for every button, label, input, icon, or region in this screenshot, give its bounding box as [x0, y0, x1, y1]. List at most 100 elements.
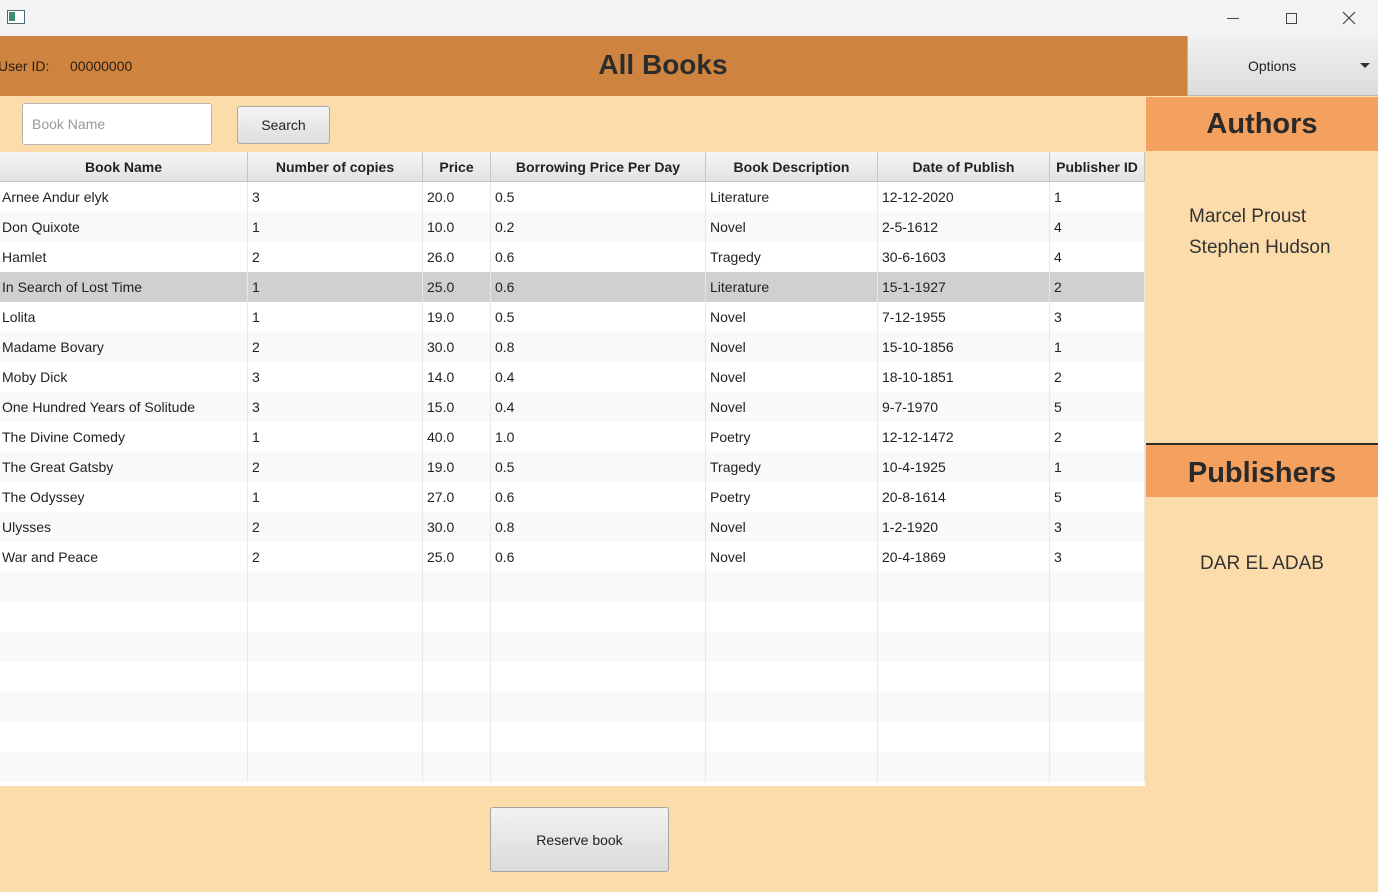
- page-title: All Books: [598, 49, 728, 80]
- table-cell: 2: [1050, 272, 1145, 302]
- table-cell: 0.8: [491, 332, 706, 362]
- empty-table-row[interactable]: [0, 722, 1145, 752]
- table-cell: 12-12-2020: [878, 182, 1050, 212]
- table-row[interactable]: The Odyssey 1 27.0 0.6 Poetry 20-8-1614 5: [0, 482, 1145, 512]
- table-cell: [878, 572, 1050, 602]
- reserve-book-button[interactable]: Reserve book: [490, 807, 669, 872]
- table-cell: [1050, 602, 1145, 632]
- table-cell: [248, 692, 423, 722]
- table-cell: 2: [248, 452, 423, 482]
- table-cell: Tragedy: [706, 452, 878, 482]
- empty-table-row[interactable]: [0, 752, 1145, 782]
- table-cell: 25.0: [423, 272, 491, 302]
- table-cell: [706, 752, 878, 782]
- table-row[interactable]: War and Peace 2 25.0 0.6 Novel 20-4-1869 3: [0, 542, 1145, 572]
- table-cell: 0.5: [491, 182, 706, 212]
- table-cell: 25.0: [423, 542, 491, 572]
- app-icon: [7, 10, 25, 24]
- table-cell: 1: [248, 482, 423, 512]
- table-cell: Literature: [706, 182, 878, 212]
- table-row[interactable]: One Hundred Years of Solitude 3 15.0 0.4 Nov…: [0, 392, 1145, 422]
- table-row[interactable]: In Search of Lost Time 1 25.0 0.6 Literature…: [0, 272, 1145, 302]
- table-cell: [878, 602, 1050, 632]
- table-row[interactable]: Moby Dick 3 14.0 0.4 Novel 18-10-1851 2: [0, 362, 1145, 392]
- table-row[interactable]: Lolita 1 19.0 0.5 Novel 7-12-1955 3: [0, 302, 1145, 332]
- table-cell: 10.0: [423, 212, 491, 242]
- table-cell: 0.6: [491, 272, 706, 302]
- options-menu-button[interactable]: Options: [1187, 36, 1378, 96]
- empty-table-row[interactable]: [0, 662, 1145, 692]
- table-cell: 1: [248, 212, 423, 242]
- table-cell: 0.5: [491, 452, 706, 482]
- books-table[interactable]: Book Name Number of copies Price Borrowing …: [0, 152, 1145, 786]
- table-cell: [1050, 662, 1145, 692]
- table-row[interactable]: The Divine Comedy 1 40.0 1.0 Poetry 12-12-147…: [0, 422, 1145, 452]
- table-cell: 40.0: [423, 422, 491, 452]
- table-row[interactable]: Hamlet 2 26.0 0.6 Tragedy 30-6-1603 4: [0, 242, 1145, 272]
- table-cell: 1: [1050, 452, 1145, 482]
- table-cell: [878, 692, 1050, 722]
- column-header[interactable]: Book Name: [0, 152, 248, 182]
- table-cell: Novel: [706, 392, 878, 422]
- table-cell: 1: [248, 302, 423, 332]
- table-row[interactable]: The Great Gatsby 2 19.0 0.5 Tragedy 10-4-1925…: [0, 452, 1145, 482]
- table-cell: [0, 572, 248, 602]
- table-cell: 1: [1050, 182, 1145, 212]
- table-cell: [0, 632, 248, 662]
- table-cell: Hamlet: [0, 242, 248, 272]
- table-cell: 30.0: [423, 512, 491, 542]
- table-cell: Novel: [706, 542, 878, 572]
- table-cell: 4: [1050, 212, 1145, 242]
- table-row[interactable]: Ulysses 2 30.0 0.8 Novel 1-2-1920 3: [0, 512, 1145, 542]
- table-cell: Literature: [706, 272, 878, 302]
- table-row[interactable]: Don Quixote 1 10.0 0.2 Novel 2-5-1612 4: [0, 212, 1145, 242]
- book-name-search-input[interactable]: [22, 103, 212, 145]
- minimize-button[interactable]: [1204, 0, 1262, 36]
- close-button[interactable]: [1320, 0, 1378, 36]
- column-header[interactable]: Date of Publish: [878, 152, 1050, 182]
- table-row[interactable]: Madame Bovary 2 30.0 0.8 Novel 15-10-1856 1: [0, 332, 1145, 362]
- table-cell: Madame Bovary: [0, 332, 248, 362]
- table-cell: [423, 692, 491, 722]
- table-cell: [423, 632, 491, 662]
- author-item: Marcel Proust: [1189, 206, 1307, 227]
- table-cell: [423, 722, 491, 752]
- table-cell: [1050, 632, 1145, 662]
- table-cell: [1050, 752, 1145, 782]
- search-button[interactable]: Search: [237, 106, 330, 144]
- table-cell: [423, 752, 491, 782]
- empty-table-row[interactable]: [0, 692, 1145, 722]
- table-cell: The Great Gatsby: [0, 452, 248, 482]
- column-header[interactable]: Borrowing Price Per Day: [491, 152, 706, 182]
- table-cell: Ulysses: [0, 512, 248, 542]
- table-cell: 19.0: [423, 452, 491, 482]
- table-body: Arnee Andur elyk 3 20.0 0.5 Literature 12-12-…: [0, 182, 1145, 782]
- column-header[interactable]: Publisher ID: [1050, 152, 1145, 182]
- table-cell: [248, 662, 423, 692]
- table-cell: [491, 572, 706, 602]
- table-cell: 2: [248, 512, 423, 542]
- table-cell: Novel: [706, 212, 878, 242]
- table-cell: Novel: [706, 362, 878, 392]
- empty-table-row[interactable]: [0, 572, 1145, 602]
- column-header[interactable]: Book Description: [706, 152, 878, 182]
- empty-table-row[interactable]: [0, 602, 1145, 632]
- table-cell: [491, 722, 706, 752]
- table-cell: [423, 662, 491, 692]
- table-cell: 3: [248, 392, 423, 422]
- publisher-item: DAR EL ADAB: [1200, 553, 1324, 574]
- table-cell: [248, 752, 423, 782]
- table-cell: 5: [1050, 392, 1145, 422]
- maximize-button[interactable]: [1262, 0, 1320, 36]
- column-header[interactable]: Number of copies: [248, 152, 423, 182]
- table-cell: [706, 632, 878, 662]
- table-cell: 2: [1050, 362, 1145, 392]
- publishers-list: DAR EL ADAB: [1146, 548, 1378, 579]
- table-cell: [706, 572, 878, 602]
- table-row[interactable]: Arnee Andur elyk 3 20.0 0.5 Literature 12-12-…: [0, 182, 1145, 212]
- table-cell: 3: [1050, 512, 1145, 542]
- table-cell: [0, 692, 248, 722]
- empty-table-row[interactable]: [0, 632, 1145, 662]
- table-cell: 2: [248, 242, 423, 272]
- column-header[interactable]: Price: [423, 152, 491, 182]
